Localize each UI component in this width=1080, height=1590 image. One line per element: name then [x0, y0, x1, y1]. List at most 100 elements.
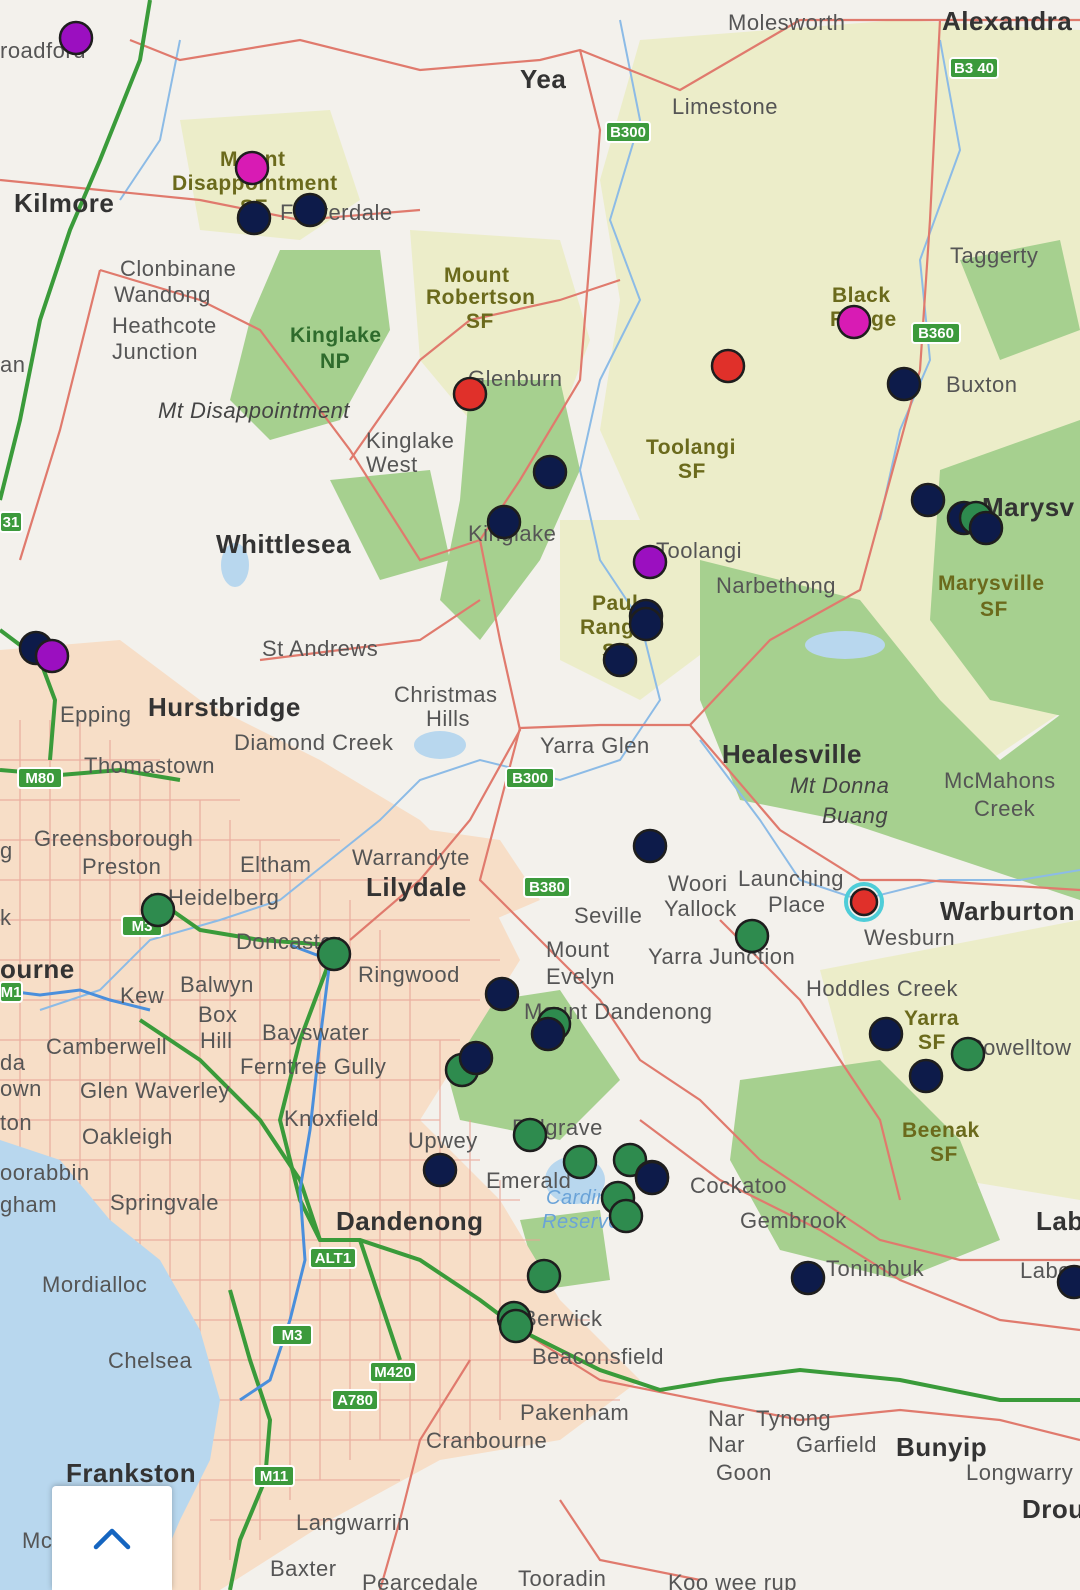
route-shield-m420: M420	[369, 1361, 417, 1383]
map-label-nar-nar-goon-2: Nar	[708, 1432, 745, 1457]
incident-marker-green[interactable]	[498, 1308, 534, 1344]
incident-marker-selected-red[interactable]	[849, 887, 879, 917]
incident-marker-navy[interactable]	[632, 828, 668, 864]
map-label-mcmahons-creek-1: McMahons	[944, 768, 1056, 793]
map-label-christmas-hills-2: Hills	[426, 706, 470, 731]
incident-marker-green[interactable]	[608, 1198, 644, 1234]
incident-marker-navy[interactable]	[790, 1260, 826, 1296]
map-label-balwyn: Balwyn	[180, 972, 254, 997]
map-label-warrandyte: Warrandyte	[352, 845, 470, 870]
map-label-glen-waverley: Glen Waverley	[80, 1078, 230, 1103]
map-label-heathcote-junction-1: Heathcote	[112, 313, 217, 338]
map-label-wesburn: Wesburn	[864, 925, 955, 950]
map-label-camberwell: Camberwell	[46, 1034, 167, 1059]
map-label-wandong: Wandong	[114, 282, 211, 307]
map-label-christmas-hills-1: Christmas	[394, 682, 498, 707]
incident-marker-purple[interactable]	[58, 20, 94, 56]
map-label-garfield: Garfield	[796, 1432, 877, 1457]
incident-marker-navy[interactable]	[910, 482, 946, 518]
route-shield-b340: B3 40	[949, 57, 999, 79]
incident-marker-navy[interactable]	[634, 1160, 670, 1196]
map-label-woori-yallock-1: Woori	[668, 871, 728, 896]
map-label-hoddles-creek: Hoddles Creek	[806, 976, 959, 1001]
map-label-edge-gham: gham	[0, 1192, 57, 1217]
chevron-up-icon	[93, 1528, 131, 1550]
svg-text:31: 31	[3, 514, 20, 531]
map-label-eltham: Eltham	[240, 852, 311, 877]
incident-marker-red[interactable]	[710, 348, 746, 384]
map-label-mt-donna-buang-1: Mt Donna	[790, 773, 889, 798]
incident-marker-navy[interactable]	[458, 1040, 494, 1076]
map-label-pearcedale: Pearcedale	[362, 1570, 478, 1590]
incident-marker-magenta[interactable]	[234, 150, 270, 186]
incident-marker-green[interactable]	[526, 1258, 562, 1294]
incident-marker-navy[interactable]	[236, 200, 272, 236]
map-label-thomastown: Thomastown	[84, 753, 215, 778]
map-label-taggerty: Taggerty	[950, 243, 1038, 268]
svg-text:A780: A780	[337, 1392, 373, 1409]
route-shield-m11: M11	[253, 1465, 295, 1487]
incident-marker-purple[interactable]	[34, 638, 70, 674]
map-label-whittlesea: Whittlesea	[216, 529, 351, 559]
incident-marker-navy[interactable]	[422, 1152, 458, 1188]
incident-marker-green[interactable]	[316, 936, 352, 972]
collapse-panel-button[interactable]	[52, 1486, 172, 1590]
incident-marker-navy[interactable]	[484, 976, 520, 1012]
map-label-ringwood: Ringwood	[358, 962, 460, 987]
map-label-seville: Seville	[574, 903, 642, 928]
map-label-upwey: Upwey	[408, 1128, 478, 1153]
route-shield-m31: 31	[0, 511, 23, 533]
incident-marker-navy[interactable]	[530, 1016, 566, 1052]
incident-marker-magenta[interactable]	[836, 304, 872, 340]
map-label-bayswater: Bayswater	[262, 1020, 369, 1045]
map-label-beenak-sf-1: Beenak	[902, 1119, 980, 1142]
map-label-mount-evelyn-1: Mount	[546, 937, 610, 962]
map-label-epping: Epping	[60, 702, 132, 727]
route-shield-b300-north: B300	[605, 121, 651, 143]
svg-text:B300: B300	[610, 124, 646, 141]
route-shield-alt1: ALT1	[309, 1247, 357, 1269]
incident-marker-navy[interactable]	[486, 504, 522, 540]
incident-marker-navy[interactable]	[868, 1016, 904, 1052]
incident-marker-navy[interactable]	[968, 510, 1004, 546]
incident-marker-green[interactable]	[512, 1117, 548, 1153]
map-label-marysville-sf-2: SF	[980, 598, 1008, 621]
map-label-greensborough: Greensborough	[34, 826, 193, 851]
incident-marker-navy[interactable]	[628, 606, 664, 642]
svg-text:M11: M11	[260, 1468, 288, 1485]
incident-marker-navy[interactable]	[1056, 1264, 1080, 1300]
incident-marker-green[interactable]	[950, 1036, 986, 1072]
incident-marker-navy[interactable]	[886, 366, 922, 402]
incident-marker-navy[interactable]	[532, 454, 568, 490]
map-label-edge-own: own	[0, 1076, 42, 1101]
map-label-koo-wee-rup: Koo wee rup	[668, 1570, 797, 1590]
map-label-diamond-creek: Diamond Creek	[234, 730, 394, 755]
incident-marker-navy[interactable]	[908, 1058, 944, 1094]
map-label-baxter: Baxter	[270, 1556, 337, 1581]
incident-marker-green[interactable]	[734, 918, 770, 954]
map-label-mount-robertson-3: SF	[466, 310, 494, 333]
incident-marker-navy[interactable]	[602, 642, 638, 678]
map-label-frankston: Frankston	[66, 1458, 196, 1488]
map-label-springvale: Springvale	[110, 1190, 219, 1215]
map-label-yarra-sf-1: Yarra	[904, 1007, 959, 1030]
map-label-edge-k: k	[0, 905, 12, 930]
incident-marker-red[interactable]	[452, 376, 488, 412]
map-label-kilmore: Kilmore	[14, 188, 114, 218]
incident-marker-navy[interactable]	[292, 192, 328, 228]
map-label-kew: Kew	[120, 983, 164, 1008]
map-label-kinglake-np-1: Kinglake	[290, 324, 382, 347]
map-label-launching-place-1: Launching	[738, 866, 844, 891]
map-label-edge-g: g	[0, 838, 13, 863]
map-label-nar-nar-goon-1: Nar	[708, 1406, 745, 1431]
map-label-alexandra: Alexandra	[942, 6, 1072, 36]
incident-marker-purple[interactable]	[632, 544, 668, 580]
svg-text:M1: M1	[1, 984, 22, 1001]
map-label-toolangi-sf-1: Toolangi	[646, 436, 736, 459]
map-canvas[interactable]: MolesworthAlexandraYeaLimestoneroadfordM…	[0, 0, 1080, 1590]
map-label-yarra-sf-2: SF	[918, 1031, 946, 1054]
map-label-ferntree-gully: Ferntree Gully	[240, 1054, 386, 1079]
incident-marker-green[interactable]	[140, 892, 176, 928]
map-label-black-range-1: Black	[832, 284, 891, 307]
incident-marker-green[interactable]	[562, 1144, 598, 1180]
